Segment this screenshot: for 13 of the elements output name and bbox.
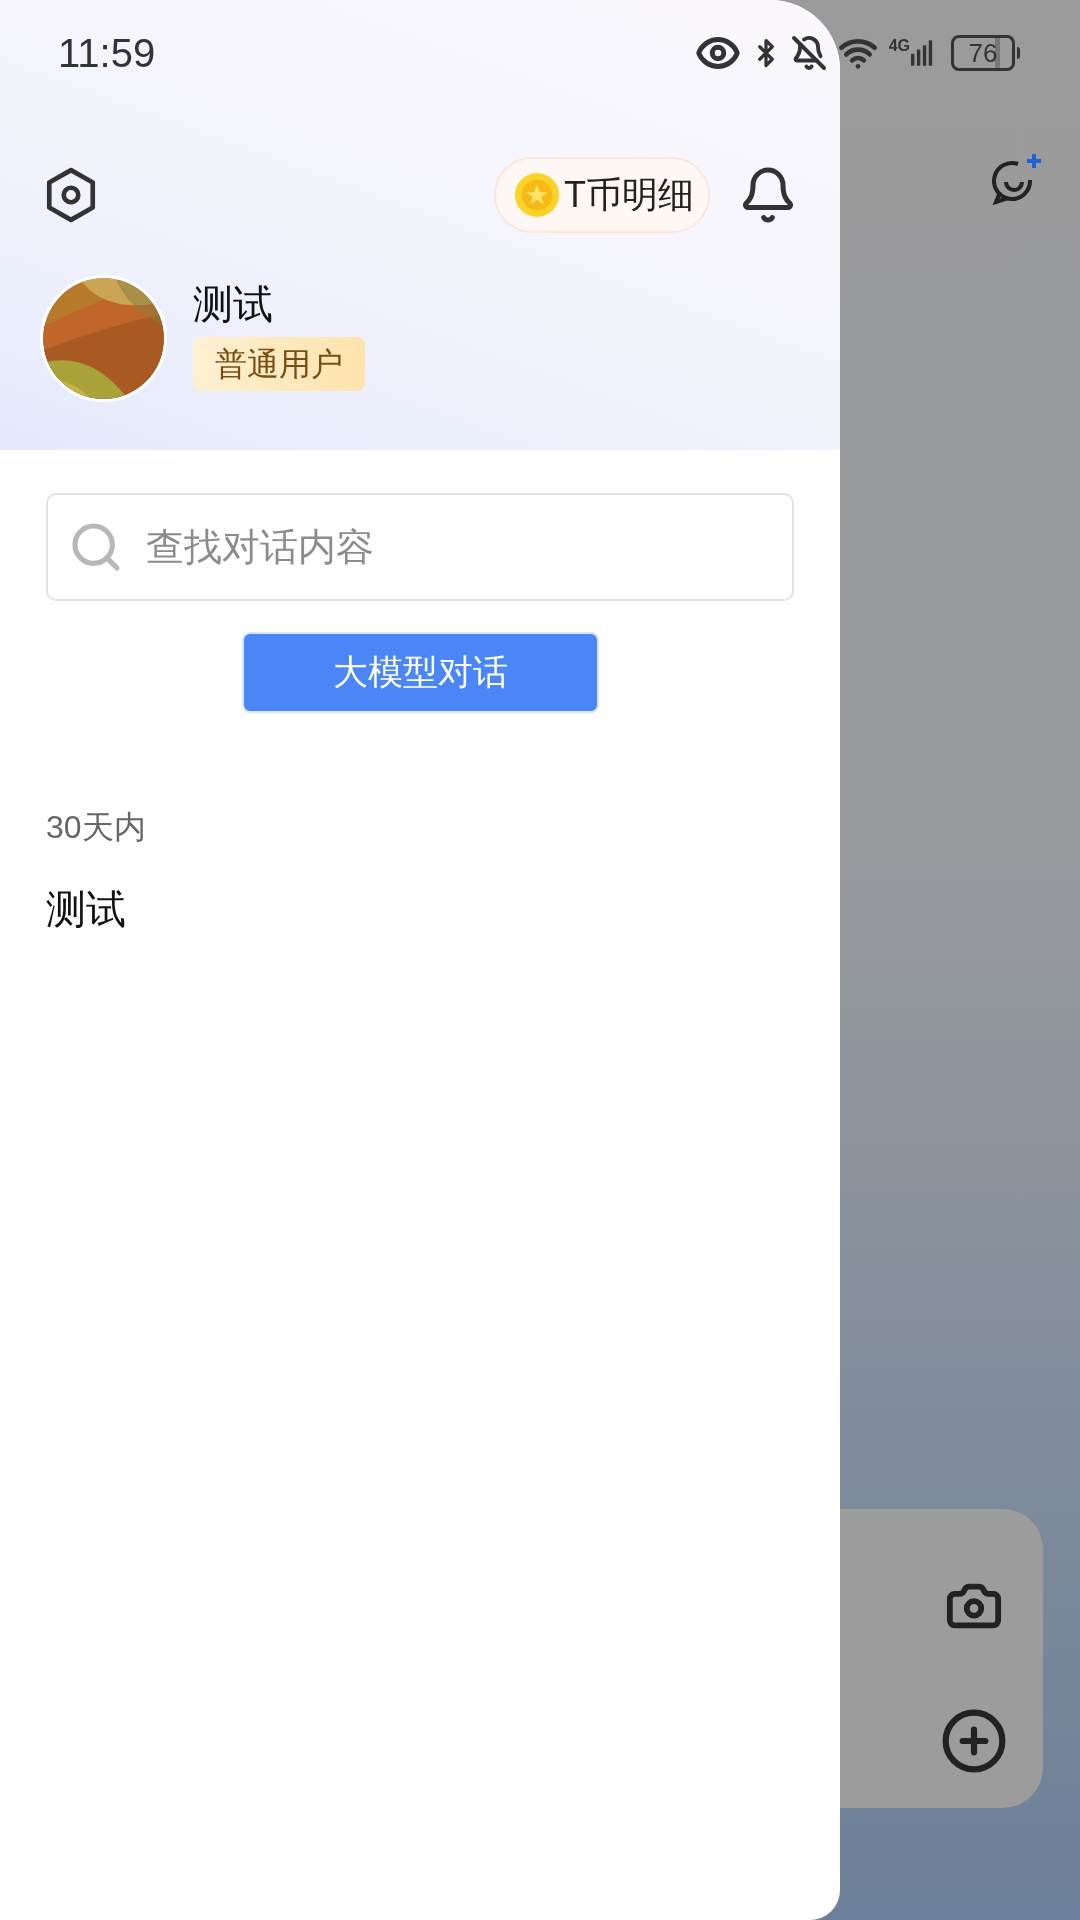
network-type: 4G xyxy=(888,38,910,54)
user-name: 测试 xyxy=(193,280,273,327)
bell-off-icon xyxy=(790,34,827,72)
history-group-label: 30天内 xyxy=(46,808,147,847)
signal-icon xyxy=(911,38,933,68)
user-level-badge: 普通用户 xyxy=(193,336,365,391)
battery-level: 76 xyxy=(951,35,1015,71)
add-icon[interactable] xyxy=(940,1707,1008,1775)
coin-details-button[interactable]: T币明细 xyxy=(494,157,710,233)
search-field[interactable]: 查找对话内容 xyxy=(46,493,794,601)
status-time: 11:59 xyxy=(58,30,156,77)
coin-icon xyxy=(514,172,560,218)
history-item[interactable]: 测试 xyxy=(46,885,126,933)
